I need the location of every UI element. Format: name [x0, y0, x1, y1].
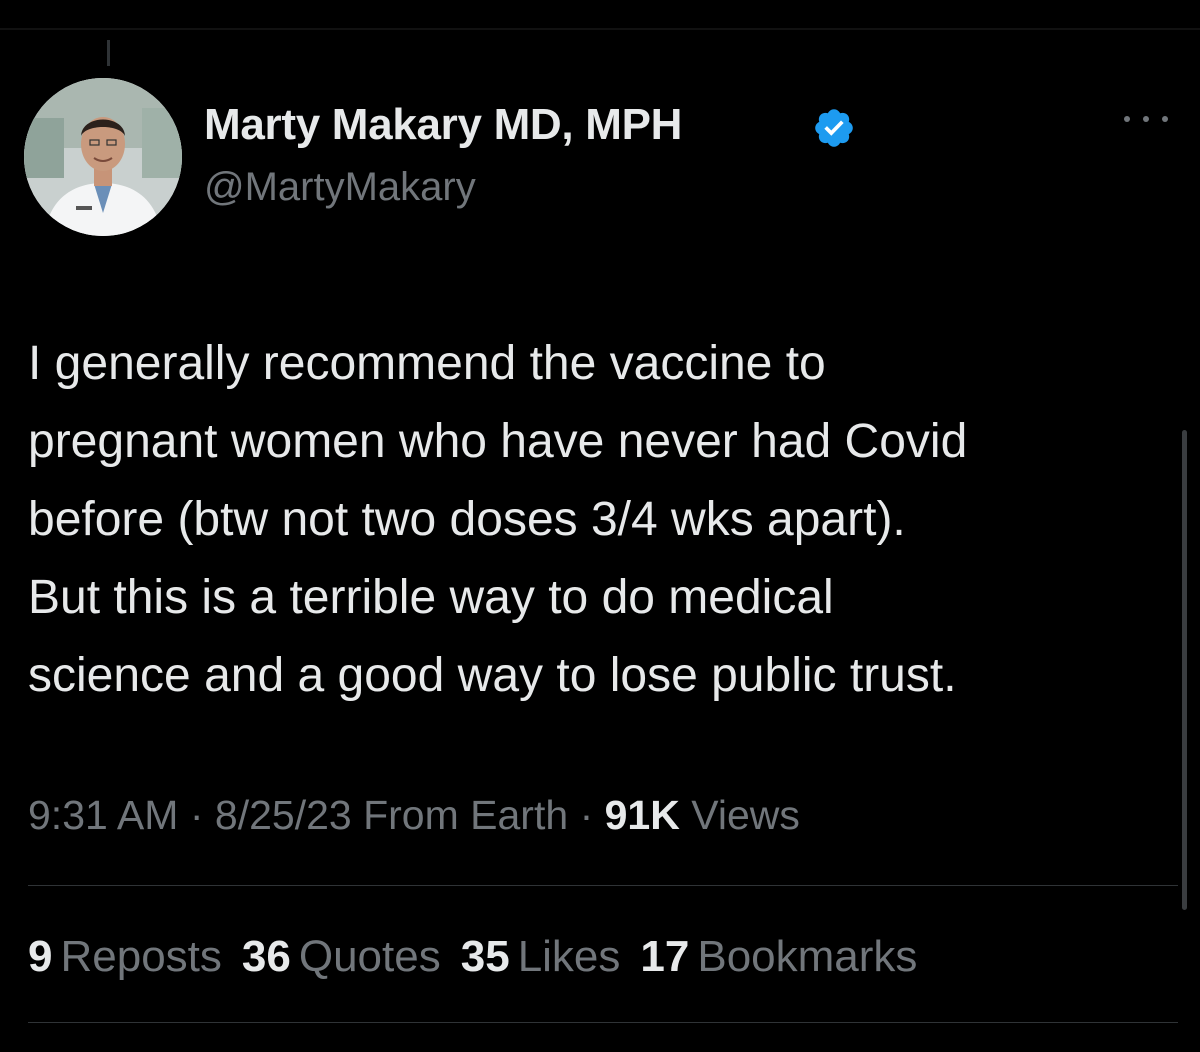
top-edge-divider — [0, 28, 1200, 30]
meta-separator: · — [189, 792, 204, 838]
engagement-stats: 9 Reposts 36 Quotes 35 Likes 17 Bookmarks — [28, 932, 937, 982]
more-options-icon[interactable] — [1124, 108, 1168, 130]
tweet-source: From Earth — [363, 792, 569, 838]
tweet-meta: 9:31 AM · 8/25/23 From Earth · 91K Views — [28, 792, 800, 839]
tweet-screen: Marty Makary MD, MPH @MartyMakary I gene… — [0, 0, 1200, 1052]
stat-count: 35 — [460, 932, 510, 981]
divider — [28, 1022, 1178, 1023]
views-count: 91K — [604, 792, 680, 838]
stat-bookmarks[interactable]: 17 Bookmarks — [640, 932, 917, 982]
views-label: Views — [691, 792, 800, 838]
tweet-body-text: I generally recommend the vaccine to pre… — [28, 337, 968, 702]
tweet-time[interactable]: 9:31 AM — [28, 792, 178, 838]
stat-label: Bookmarks — [697, 932, 918, 981]
author-handle[interactable]: @MartyMakary — [204, 165, 476, 210]
stat-likes[interactable]: 35 Likes — [461, 932, 621, 982]
more-dot — [1162, 116, 1168, 122]
stat-count: 17 — [640, 932, 690, 981]
avatar[interactable] — [24, 78, 182, 236]
thread-connector-line — [107, 40, 110, 66]
divider — [28, 885, 1178, 886]
stat-reposts[interactable]: 9 Reposts — [28, 932, 222, 982]
stat-label: Likes — [517, 932, 621, 981]
tweet-date[interactable]: 8/25/23 — [215, 792, 352, 838]
stat-label: Reposts — [60, 932, 222, 981]
stat-count: 9 — [28, 932, 53, 981]
scrollbar[interactable] — [1182, 430, 1187, 910]
stat-count: 36 — [241, 932, 291, 981]
meta-separator: · — [579, 792, 594, 838]
stat-quotes[interactable]: 36 Quotes — [242, 932, 441, 982]
verified-badge-icon — [815, 109, 853, 147]
more-dot — [1124, 116, 1130, 122]
more-dot — [1143, 116, 1149, 122]
stat-label: Quotes — [298, 932, 441, 981]
author-display-name[interactable]: Marty Makary MD, MPH — [204, 100, 682, 150]
